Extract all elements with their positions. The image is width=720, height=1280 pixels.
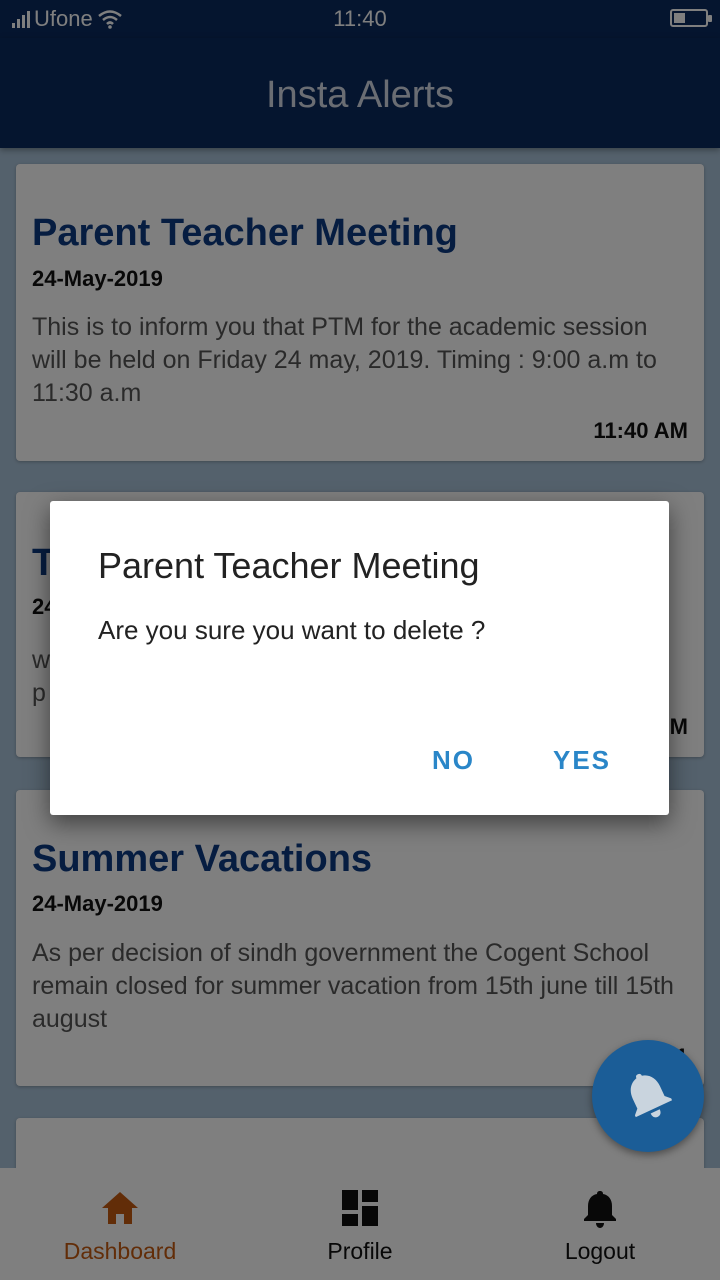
notification-fab[interactable] [592, 1040, 704, 1152]
bell-icon [630, 1073, 673, 1118]
yes-button[interactable]: YES [553, 745, 611, 776]
dialog-title: Parent Teacher Meeting [98, 545, 480, 586]
dialog-message: Are you sure you want to delete ? [98, 615, 486, 645]
delete-confirm-dialog: Parent Teacher Meeting Are you sure you … [50, 501, 669, 815]
no-button[interactable]: NO [432, 745, 475, 776]
